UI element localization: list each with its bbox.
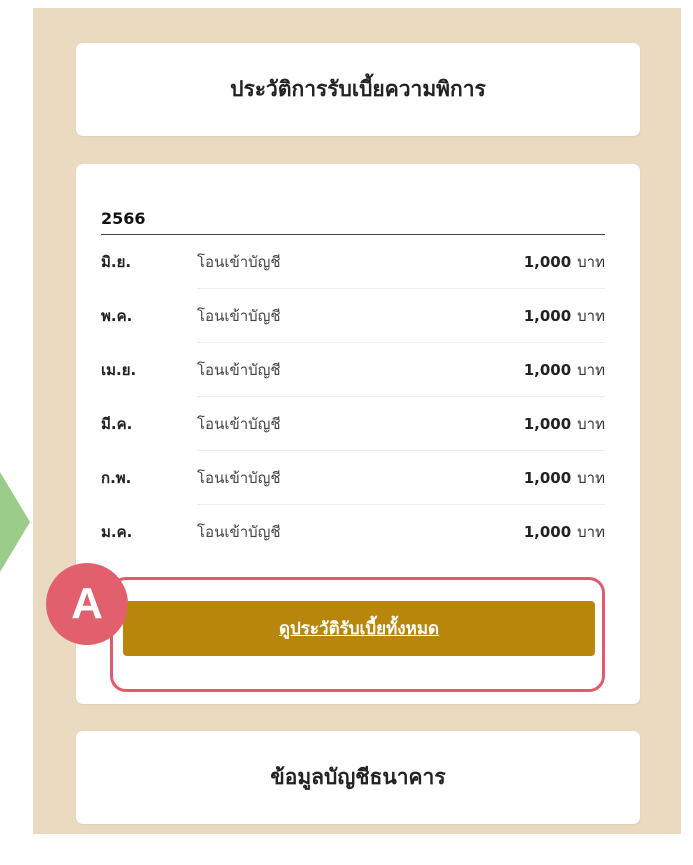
transaction-month: ก.พ.	[101, 469, 132, 487]
history-title-card[interactable]: ประวัติการรับเบี้ยความพิการ	[76, 43, 640, 136]
transaction-row: ก.พ. โอนเข้าบัญชี 1,000 บาท	[101, 451, 605, 505]
transaction-amount: 1,000 บาท	[524, 466, 605, 490]
transaction-row: พ.ค. โอนเข้าบัญชี 1,000 บาท	[101, 289, 605, 343]
amount-unit: บาท	[577, 361, 605, 379]
bank-info-card[interactable]: ข้อมูลบัญชีธนาคาร	[76, 731, 640, 824]
transaction-description: โอนเข้าบัญชี	[197, 361, 281, 379]
amount-unit: บาท	[577, 307, 605, 325]
transaction-month: ม.ค.	[101, 523, 133, 541]
history-card: 2566 มิ.ย. โอนเข้าบัญชี 1,000 บาท พ.ค. โอ…	[46, 164, 640, 704]
transaction-row: ม.ค. โอนเข้าบัญชี 1,000 บาท	[101, 505, 605, 559]
transaction-month: มี.ค.	[101, 415, 133, 433]
transaction-description: โอนเข้าบัญชี	[197, 307, 281, 325]
transaction-description: โอนเข้าบัญชี	[197, 253, 281, 271]
amount-unit: บาท	[577, 415, 605, 433]
transaction-row: มิ.ย. โอนเข้าบัญชี 1,000 บาท	[101, 235, 605, 289]
amount-value: 1,000	[523, 523, 572, 541]
amount-unit: บาท	[577, 253, 605, 271]
amount-value: 1,000	[523, 253, 572, 271]
flow-arrow-icon	[0, 472, 30, 572]
transaction-month: เม.ย.	[101, 361, 137, 379]
transaction-list: มิ.ย. โอนเข้าบัญชี 1,000 บาท พ.ค. โอนเข้า…	[101, 235, 605, 559]
transaction-description: โอนเข้าบัญชี	[197, 523, 281, 541]
bank-info-title: ข้อมูลบัญชีธนาคาร	[270, 765, 446, 789]
transaction-description: โอนเข้าบัญชี	[197, 415, 281, 433]
transaction-row: เม.ย. โอนเข้าบัญชี 1,000 บาท	[101, 343, 605, 397]
transaction-amount: 1,000 บาท	[524, 250, 605, 274]
transaction-month: พ.ค.	[101, 307, 133, 325]
amount-value: 1,000	[523, 361, 572, 379]
benefit-panel: ประวัติการรับเบี้ยความพิการ 2566 มิ.ย. โ…	[33, 8, 681, 834]
annotation-badge: A	[46, 563, 128, 645]
amount-unit: บาท	[577, 469, 605, 487]
amount-value: 1,000	[523, 415, 572, 433]
view-all-history-button[interactable]: ดูประวัติรับเบี้ยทั้งหมด	[123, 601, 595, 656]
transaction-amount: 1,000 บาท	[524, 520, 605, 544]
transaction-amount: 1,000 บาท	[524, 412, 605, 436]
amount-unit: บาท	[577, 523, 605, 541]
history-title: ประวัติการรับเบี้ยความพิการ	[230, 77, 486, 101]
transaction-amount: 1,000 บาท	[524, 358, 605, 382]
amount-value: 1,000	[523, 469, 572, 487]
transaction-row: มี.ค. โอนเข้าบัญชี 1,000 บาท	[101, 397, 605, 451]
transaction-amount: 1,000 บาท	[524, 304, 605, 328]
amount-value: 1,000	[523, 307, 572, 325]
transaction-month: มิ.ย.	[101, 253, 132, 271]
year-heading: 2566	[101, 206, 605, 235]
transaction-description: โอนเข้าบัญชี	[197, 469, 281, 487]
